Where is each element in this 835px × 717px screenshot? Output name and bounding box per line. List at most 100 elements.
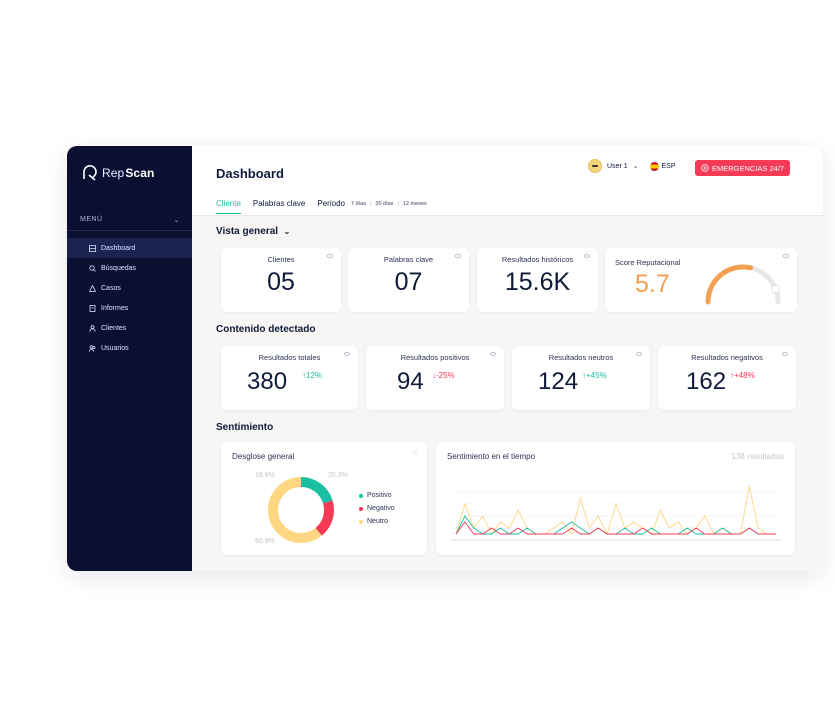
avatar — [588, 159, 602, 173]
period-7-dias[interactable]: 7 días — [351, 201, 366, 207]
period-30-dias[interactable]: 30 días — [375, 201, 393, 207]
legend-item-positivo: Positivo — [359, 489, 395, 502]
menu-divider — [67, 230, 192, 231]
card-resultados-totales: Resultados totales 380 ↑12% — [221, 346, 358, 410]
donut-chart — [268, 477, 334, 543]
main-content: Dashboard User 1 ⌄ ESP EMERGENCIAS 24/7 … — [192, 146, 823, 571]
eye-icon[interactable] — [344, 352, 350, 356]
card-delta: ↑+48% — [730, 371, 755, 380]
score-value: 5.7 — [635, 270, 670, 298]
document-icon — [89, 304, 96, 312]
sidebar: Rep Scan MENÚ ⌄ Dashboard Búsquedas Casos… — [67, 146, 192, 571]
sidebar-item-clientes[interactable]: Clientes — [67, 318, 192, 338]
chevron-down-icon: ⌄ — [173, 217, 180, 224]
legend-item-neutro: Neutro — [359, 515, 395, 528]
card-value: 05 — [267, 268, 295, 296]
sidebar-item-usuarios[interactable]: Usuarios — [67, 338, 192, 358]
divider: | — [369, 200, 372, 207]
users-icon — [89, 344, 96, 352]
spain-flag-icon — [649, 161, 659, 171]
gauge-knob — [771, 285, 780, 294]
emergency-button[interactable]: EMERGENCIAS 24/7 — [695, 160, 791, 176]
alert-icon — [89, 284, 96, 292]
sidebar-item-dashboard[interactable]: Dashboard — [67, 238, 192, 258]
delta-value: -25% — [436, 371, 455, 380]
user-icon — [89, 324, 96, 332]
sidebar-item-label: Dashboard — [101, 244, 136, 252]
sentiment-title: Sentimiento — [216, 422, 274, 433]
page-title: Dashboard — [216, 166, 284, 181]
card-label: Clientes — [267, 255, 295, 264]
period-options: 7 días | 30 días | 12 meses — [351, 201, 427, 207]
sidebar-item-casos[interactable]: Casos — [67, 278, 192, 298]
grid — [451, 479, 781, 541]
content-title: Contenido detectado — [216, 324, 316, 335]
card-value: 07 — [394, 268, 423, 296]
search-icon — [89, 264, 96, 272]
timeline-chart — [451, 479, 781, 541]
card-delta: ↓-25% — [432, 371, 455, 380]
card-clientes: Clientes 05 — [221, 248, 341, 312]
sidebar-item-informes[interactable]: Informes — [67, 298, 192, 318]
donut-legend: Positivo Negativo Neutro — [359, 489, 395, 528]
user-menu[interactable]: User 1 ⌄ ESP — [588, 159, 676, 173]
results-count: 138 resultados — [731, 452, 784, 461]
sidebar-item-label: Clientes — [101, 324, 127, 332]
card-palabras-clave: Palabras clave 07 — [348, 248, 469, 312]
card-value: 124 — [538, 368, 579, 395]
sidebar-item-busquedas[interactable]: Búsquedas — [67, 258, 192, 278]
card-desglose-general: Desglose general ⓘ 18.8% 20.3% 60.9% Pos… — [221, 442, 427, 555]
eye-icon[interactable] — [490, 352, 496, 356]
card-delta: ↑+45% — [582, 371, 607, 380]
card-value: 15.6K — [504, 268, 571, 296]
info-icon[interactable]: ⓘ — [412, 449, 418, 458]
card-score-reputacional: Score Reputacional 5.7 — [605, 248, 797, 312]
card-label: Score Reputacional — [615, 258, 681, 267]
legend-label: Neutro — [367, 518, 389, 525]
eye-icon[interactable] — [455, 254, 461, 258]
card-label: Resultados totales — [258, 353, 321, 362]
legend-dot — [359, 519, 363, 524]
card-value: 94 — [397, 368, 424, 395]
language-selector[interactable]: ESP — [649, 161, 676, 171]
sidebar-nav: Dashboard Búsquedas Casos Informes Clien… — [67, 238, 192, 358]
eye-icon[interactable] — [327, 254, 333, 258]
brand-name-part1: Rep — [102, 166, 125, 180]
eye-icon[interactable] — [636, 352, 642, 356]
emergency-label: EMERGENCIAS 24/7 — [712, 163, 785, 173]
chart-title: Desglose general — [232, 452, 295, 461]
chart-title: Sentimiento en el tiempo — [447, 452, 536, 461]
period-12-meses[interactable]: 12 meses — [403, 201, 427, 207]
delta-value: 12% — [306, 371, 323, 380]
divider: | — [397, 200, 399, 207]
eye-icon[interactable] — [584, 254, 590, 258]
legend-dot — [359, 506, 363, 511]
tab-periodo[interactable]: Periodo — [317, 199, 345, 208]
card-delta: ↑12% — [302, 371, 322, 380]
menu-header[interactable]: MENÚ ⌄ — [80, 216, 180, 224]
overview-title-label: Vista general — [216, 226, 279, 237]
card-label: Resultados históricos — [501, 255, 574, 264]
overview-title[interactable]: Vista general ⌄ — [216, 226, 291, 237]
plus-circle-icon — [701, 164, 709, 172]
chevron-down-icon: ⌄ — [283, 226, 291, 236]
legend-item-negativo: Negativo — [359, 502, 395, 515]
series-neutro-line — [455, 485, 776, 536]
delta-value: +48% — [734, 371, 755, 380]
card-value: 380 — [247, 368, 288, 395]
header: Dashboard User 1 ⌄ ESP EMERGENCIAS 24/7 … — [192, 146, 823, 216]
tab-palabras-clave[interactable]: Palabras clave — [253, 199, 305, 208]
brand-logo[interactable]: Rep Scan — [81, 165, 154, 181]
eye-icon[interactable] — [782, 352, 788, 356]
chevron-down-icon: ⌄ — [632, 163, 639, 170]
card-resultados-negativos: Resultados negativos 162 ↑+48% — [658, 346, 796, 410]
card-label: Resultados positivos — [400, 353, 470, 362]
brand-name-part2: Scan — [125, 166, 155, 180]
card-resultados-positivos: Resultados positivos 94 ↓-25% — [366, 346, 504, 410]
tab-cliente[interactable]: Cliente — [216, 199, 241, 214]
legend-label: Positivo — [367, 492, 392, 499]
card-label: Palabras clave — [383, 255, 434, 264]
gauge-track — [705, 264, 781, 305]
sidebar-item-label: Búsquedas — [101, 264, 137, 272]
card-value: 162 — [686, 368, 727, 395]
